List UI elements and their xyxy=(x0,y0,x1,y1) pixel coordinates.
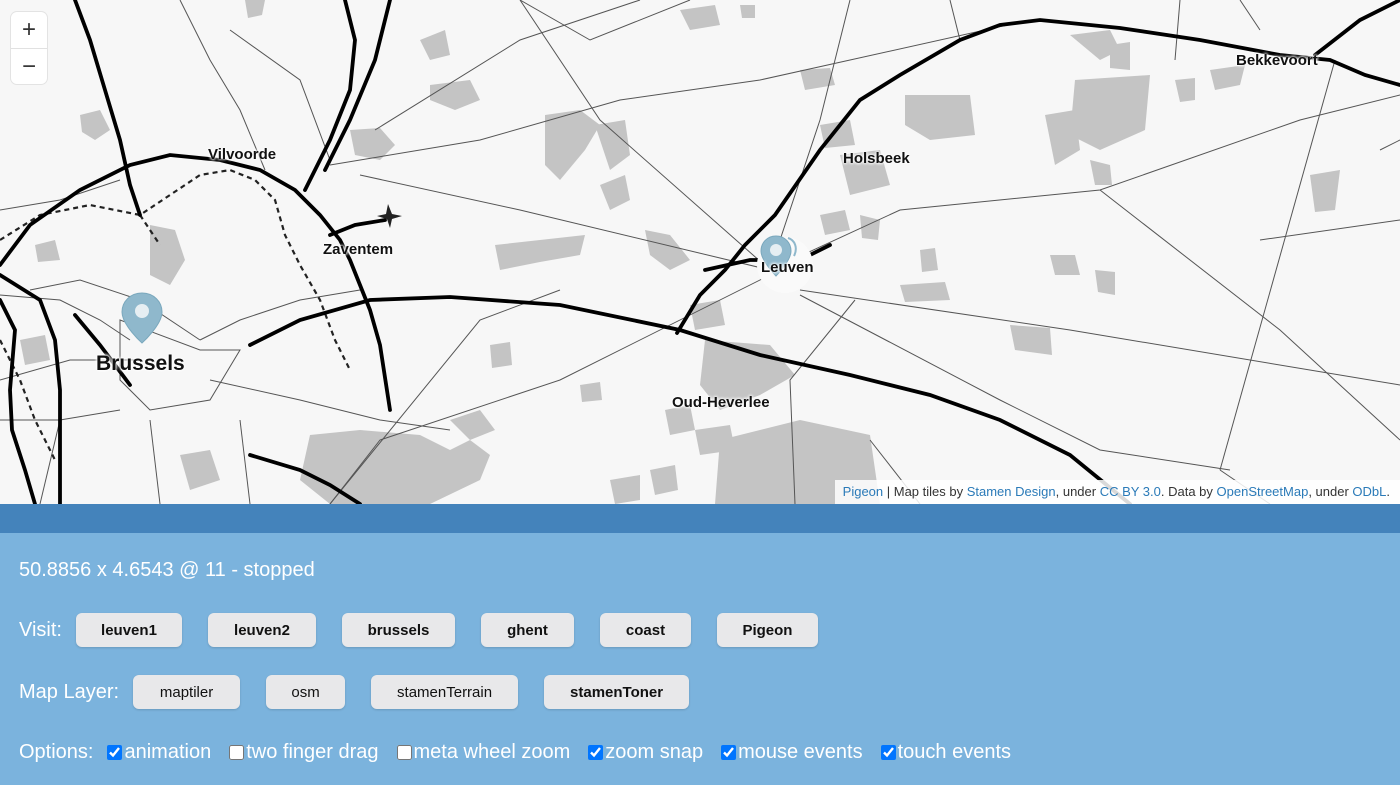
stamen-link[interactable]: Stamen Design xyxy=(967,484,1056,499)
airport-icon xyxy=(377,204,402,228)
map-layer-label: Map Layer: xyxy=(19,680,120,703)
option-label: touch events xyxy=(897,741,1012,763)
map-canvas[interactable]: Brussels Vilvoorde Zaventem Leuven Holsb… xyxy=(0,0,1400,504)
visit-row: Visit: leuven1 leuven2 brussels ghent co… xyxy=(19,613,844,647)
visit-coast-button[interactable]: coast xyxy=(599,613,691,647)
status-text: 50.8856 x 4.6543 @ 11 - stopped xyxy=(19,559,315,581)
brussels-marker-icon[interactable] xyxy=(120,291,164,345)
urban-areas xyxy=(20,0,1340,504)
visit-pigeon-button[interactable]: Pigeon xyxy=(716,613,818,647)
option-touch-events[interactable]: touch events xyxy=(880,741,1012,764)
option-label: mouse events xyxy=(738,741,863,763)
header-bar xyxy=(0,504,1400,533)
layer-maptiler-button[interactable]: maptiler xyxy=(133,675,241,709)
control-panel: 50.8856 x 4.6543 @ 11 - stopped Visit: l… xyxy=(0,533,1400,785)
option-label: meta wheel zoom xyxy=(413,741,571,763)
layer-osm-button[interactable]: osm xyxy=(266,675,346,709)
option-label: animation xyxy=(124,741,212,763)
attribution-text: , under xyxy=(1055,484,1100,499)
options-row: Options: animation two finger drag meta … xyxy=(19,741,1029,764)
pigeon-link[interactable]: Pigeon xyxy=(843,484,883,499)
attribution-text: . Data by xyxy=(1160,484,1217,499)
zoom-snap-checkbox[interactable] xyxy=(588,745,604,760)
place-label-oud-heverlee: Oud-Heverlee xyxy=(672,394,770,411)
place-label-bekkevoort: Bekkevoort xyxy=(1236,52,1318,69)
option-zoom-snap[interactable]: zoom snap xyxy=(588,741,703,764)
layer-stamentoner-button[interactable]: stamenToner xyxy=(544,675,690,709)
zoom-control: + − xyxy=(11,12,47,84)
place-label-leuven: Leuven xyxy=(761,259,814,276)
visit-leuven2-button[interactable]: leuven2 xyxy=(207,613,316,647)
place-label-vilvoorde: Vilvoorde xyxy=(208,146,277,163)
option-label: zoom snap xyxy=(605,741,704,763)
two-finger-drag-checkbox[interactable] xyxy=(229,745,245,760)
visit-brussels-button[interactable]: brussels xyxy=(341,613,455,647)
attribution-text: , under xyxy=(1308,484,1353,499)
mouse-events-checkbox[interactable] xyxy=(721,745,737,760)
map-layer-row: Map Layer: maptiler osm stamenTerrain st… xyxy=(19,675,715,709)
meta-wheel-zoom-checkbox[interactable] xyxy=(396,745,412,760)
layer-stamenterrain-button[interactable]: stamenTerrain xyxy=(371,675,519,709)
odbl-link[interactable]: ODbL xyxy=(1352,484,1386,499)
highways xyxy=(0,0,1400,504)
visit-leuven1-button[interactable]: leuven1 xyxy=(75,613,182,647)
region-borders xyxy=(0,168,351,461)
minor-roads xyxy=(0,0,1400,504)
map-tiles xyxy=(0,0,1400,504)
touch-events-checkbox[interactable] xyxy=(880,745,896,760)
openstreetmap-link[interactable]: OpenStreetMap xyxy=(1217,484,1309,499)
map-attribution: Pigeon | Map tiles by Stamen Design, und… xyxy=(834,480,1400,504)
option-mouse-events[interactable]: mouse events xyxy=(721,741,863,764)
option-animation[interactable]: animation xyxy=(107,741,211,764)
attribution-text: . xyxy=(1386,484,1390,499)
place-label-holsbeek: Holsbeek xyxy=(843,150,910,167)
visit-label: Visit: xyxy=(19,618,62,641)
options-label: Options: xyxy=(19,741,94,763)
option-meta-wheel-zoom[interactable]: meta wheel zoom xyxy=(396,741,571,764)
place-label-zaventem: Zaventem xyxy=(323,241,394,258)
zoom-in-button[interactable]: + xyxy=(11,12,47,48)
attribution-text: | Map tiles by xyxy=(883,484,967,499)
zoom-out-button[interactable]: − xyxy=(11,48,47,84)
cc-by-link[interactable]: CC BY 3.0 xyxy=(1100,484,1161,499)
place-label-brussels: Brussels xyxy=(96,352,185,375)
animation-checkbox[interactable] xyxy=(107,745,123,760)
option-two-finger-drag[interactable]: two finger drag xyxy=(229,741,379,764)
visit-ghent-button[interactable]: ghent xyxy=(480,613,574,647)
option-label: two finger drag xyxy=(246,741,379,763)
